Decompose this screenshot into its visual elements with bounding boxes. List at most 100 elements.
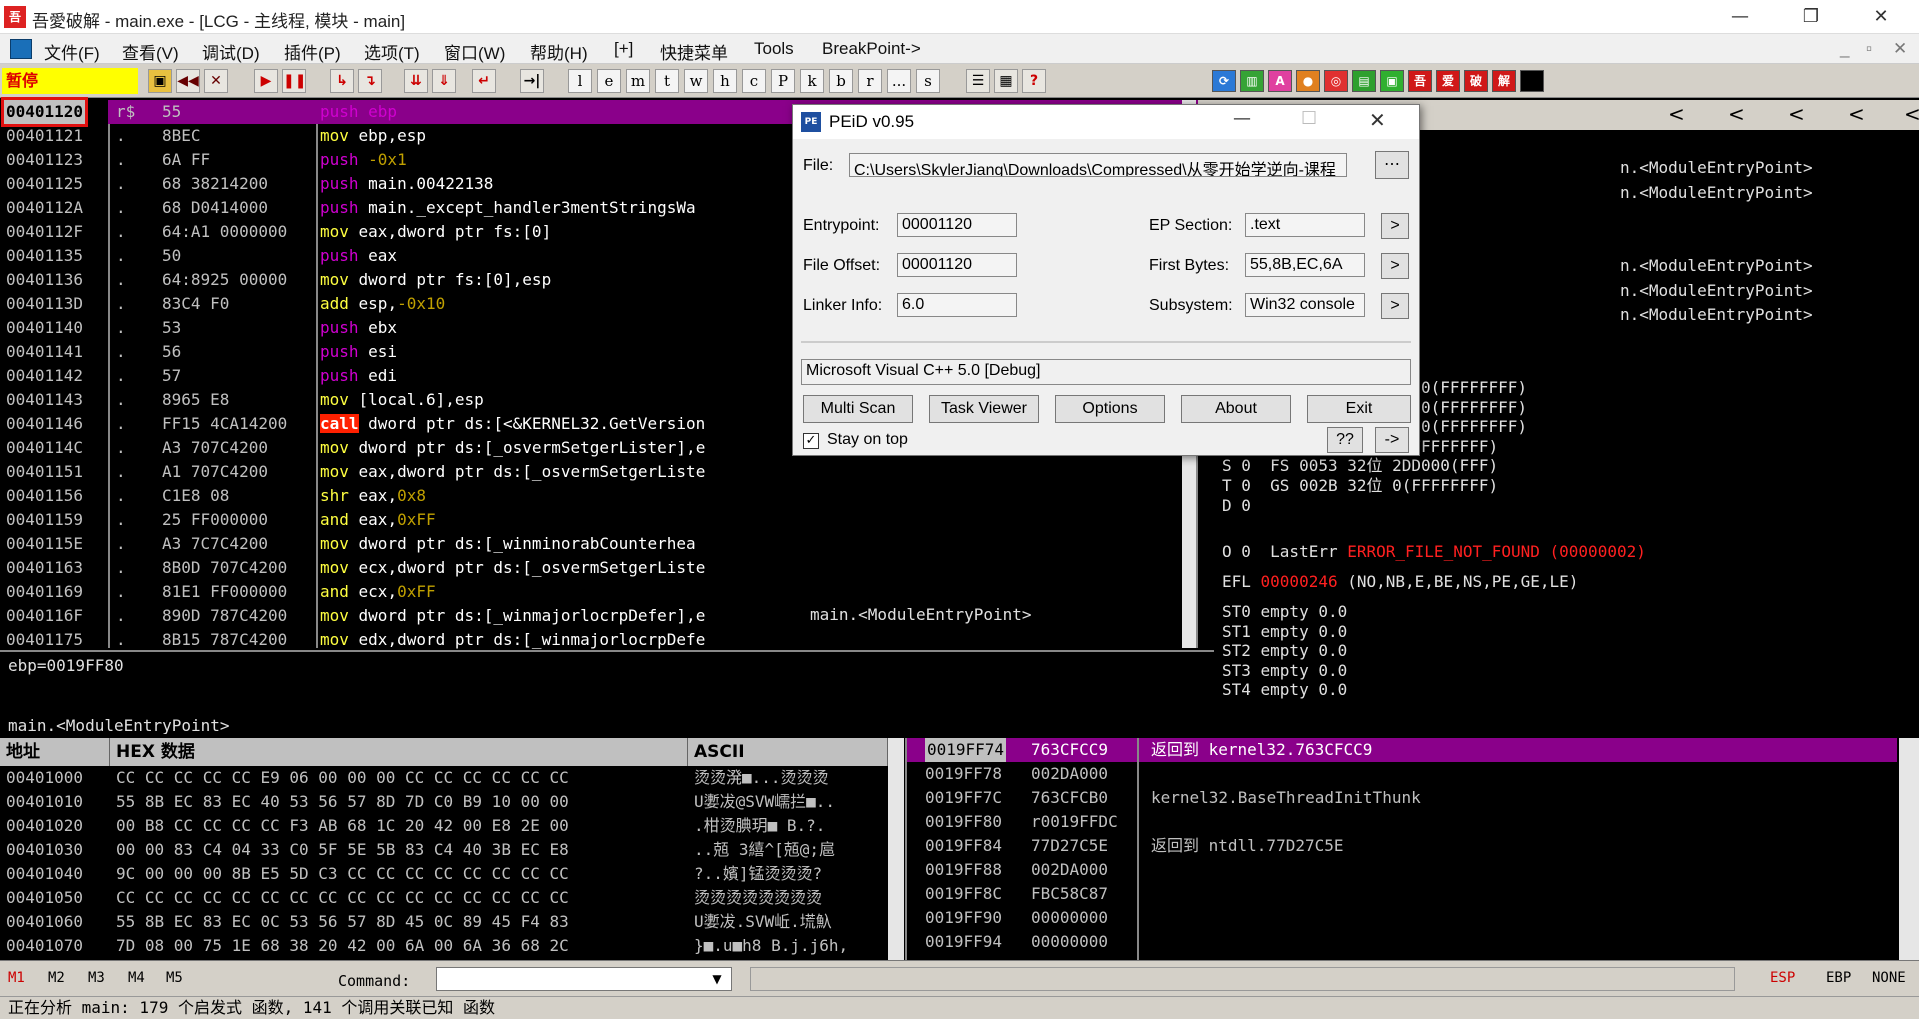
command-input[interactable]: [436, 967, 732, 991]
jie-button[interactable]: 解: [1492, 70, 1516, 92]
menu-options[interactable]: 选项(T): [364, 39, 420, 64]
refresh-icon[interactable]: ⟳: [1212, 70, 1236, 92]
mdi-child-icon[interactable]: [10, 39, 32, 59]
dump-row[interactable]: 00401050 CC CC CC CC CC CC CC CC CC CC CC…: [0, 886, 888, 910]
record-icon[interactable]: ●: [1296, 70, 1320, 92]
dump-row[interactable]: 00401020 00 B8 CC CC CC CC F3 AB 68 1C 20…: [0, 814, 888, 838]
cpu-button[interactable]: c: [742, 69, 766, 93]
chevron-down-icon[interactable]: ▼: [706, 969, 728, 989]
mark-m2[interactable]: M2: [48, 970, 65, 986]
entrypoint-field[interactable]: 00001120: [897, 213, 1017, 237]
menu-tools[interactable]: Tools: [754, 39, 794, 59]
mark-m5[interactable]: M5: [166, 970, 183, 986]
minimize-button[interactable]: —: [1717, 4, 1763, 30]
threads-button[interactable]: t: [655, 69, 679, 93]
dump-row[interactable]: 00401060 55 8B EC 83 EC 0C 53 56 57 8D 45…: [0, 910, 888, 934]
disasm-row[interactable]: 00401163. 8B0D 707C4200 mov ecx,dword ptr …: [0, 556, 1198, 580]
pause-icon[interactable]: ❚❚: [282, 69, 306, 93]
mark-m3[interactable]: M3: [88, 970, 105, 986]
stack-row[interactable]: 0019FF74 763CFCC9 返回到 kernel32.763CFCC9: [907, 738, 1897, 762]
memory-dump-pane[interactable]: 地址 HEX 数据 ASCII 00401000 CC CC CC CC CC E…: [0, 738, 905, 960]
exit-button[interactable]: Exit: [1307, 395, 1411, 423]
trace-over-icon[interactable]: ⇓: [432, 69, 456, 93]
dump-row[interactable]: 00401030 00 00 83 C4 04 33 C0 5F 5E 5B 83…: [0, 838, 888, 862]
goto-icon[interactable]: →|: [520, 69, 544, 93]
first-bytes-field[interactable]: 55,8B,EC,6A: [1245, 253, 1365, 277]
windows-button[interactable]: w: [684, 69, 708, 93]
disasm-row[interactable]: 00401156. C1E8 08 shr eax,0x8: [0, 484, 1198, 508]
references-button[interactable]: r: [858, 69, 882, 93]
browse-button[interactable]: ⋯: [1375, 151, 1409, 179]
nav-back-icon[interactable]: <: [1788, 102, 1805, 126]
dump-col-ascii[interactable]: ASCII: [688, 738, 888, 766]
nav-back-icon[interactable]: <: [1848, 102, 1865, 126]
mdi-close-button[interactable]: ✕: [1893, 39, 1907, 59]
about-button[interactable]: About: [1181, 395, 1291, 423]
stack-row[interactable]: 0019FF90 00000000: [907, 906, 1897, 930]
options-button[interactable]: Options: [1055, 395, 1165, 423]
disasm-row[interactable]: 00401169. 81E1 FF000000 and ecx,0xFF: [0, 580, 1198, 604]
subsystem-field[interactable]: Win32 console: [1245, 293, 1365, 317]
stack-row[interactable]: 0019FF88 002DA000: [907, 858, 1897, 882]
disasm-row[interactable]: 0040115E. A3 7C7C4200 mov dword ptr ds:[_w…: [0, 532, 1198, 556]
reg-ebp-button[interactable]: EBP: [1826, 970, 1851, 986]
ep-section-field[interactable]: .text: [1245, 213, 1365, 237]
multi-scan-button[interactable]: Multi Scan: [803, 395, 913, 423]
step-into-icon[interactable]: ↳: [330, 69, 354, 93]
menu-shortcuts[interactable]: 快捷菜单: [660, 39, 728, 64]
font-icon[interactable]: A: [1268, 70, 1292, 92]
mark-m1[interactable]: M1: [8, 970, 25, 986]
mark-m4[interactable]: M4: [128, 970, 145, 986]
dump-row[interactable]: 00401040 9C 00 00 00 8B E5 5D C3 CC CC CC…: [0, 862, 888, 886]
menu-plugins[interactable]: 插件(P): [284, 39, 341, 64]
stack-pane[interactable]: 0019FF74 763CFCC9 返回到 kernel32.763CFCC9 001…: [905, 738, 1919, 960]
linker-info-field[interactable]: 6.0: [897, 293, 1017, 317]
menu-window[interactable]: 窗口(W): [444, 39, 505, 64]
dump-row[interactable]: 00401010 55 8B EC 83 EC 40 53 56 57 8D 7D…: [0, 790, 888, 814]
file-offset-field[interactable]: 00001120: [897, 253, 1017, 277]
disasm-row[interactable]: 00401175. 8B15 787C4200 mov edx,dword ptr …: [0, 628, 1198, 652]
console-icon[interactable]: [1520, 70, 1544, 92]
ep-section-button[interactable]: >: [1381, 213, 1409, 239]
peid-close-button[interactable]: ✕: [1369, 108, 1386, 132]
execute-till-return-icon[interactable]: ↵: [472, 69, 496, 93]
extra-button[interactable]: ->: [1375, 427, 1409, 453]
target-icon[interactable]: ◎: [1324, 70, 1348, 92]
rewind-icon[interactable]: ◀◀: [176, 69, 200, 93]
log-window-button[interactable]: l: [568, 69, 592, 93]
stack-row[interactable]: 0019FF94 00000000: [907, 930, 1897, 954]
dump-scrollbar[interactable]: [888, 738, 904, 960]
stack-row[interactable]: 0019FF8C FBC58C87: [907, 882, 1897, 906]
call-stack-button[interactable]: k: [800, 69, 824, 93]
nav-back-icon[interactable]: <: [1668, 102, 1685, 126]
trace-into-icon[interactable]: ⇊: [404, 69, 428, 93]
menu-breakpoint[interactable]: BreakPoint->: [822, 39, 921, 59]
list-icon[interactable]: ☰: [966, 69, 990, 93]
open-icon[interactable]: ▣: [148, 69, 172, 93]
help-icon[interactable]: ?: [1022, 69, 1046, 93]
menu-debug[interactable]: 调试(D): [202, 39, 260, 64]
first-bytes-button[interactable]: >: [1381, 253, 1409, 279]
stack-row[interactable]: 0019FF84 77D27C5E 返回到 ntdll.77D27C5E: [907, 834, 1897, 858]
peid-maximize-button[interactable]: ☐: [1301, 108, 1317, 129]
stay-on-top-checkbox[interactable]: ✓: [803, 433, 819, 449]
disasm-row[interactable]: 00401151. A1 707C4200 mov eax,dword ptr ds…: [0, 460, 1198, 484]
stack-row[interactable]: 0019FF7C 763CFCB0 kernel32.BaseThreadInitT…: [907, 786, 1897, 810]
file-path-field[interactable]: C:\Users\SkylerJiang\Downloads\Compresse…: [849, 153, 1347, 177]
close-button[interactable]: ✕: [1858, 4, 1904, 30]
mdi-restore-button[interactable]: ▫: [1866, 39, 1872, 59]
stack-row[interactable]: 0019FF78 002DA000: [907, 762, 1897, 786]
menu-file[interactable]: 文件(F): [44, 39, 100, 64]
menu-help[interactable]: 帮助(H): [530, 39, 588, 64]
notepad-icon[interactable]: ▣: [1380, 70, 1404, 92]
subsystem-button[interactable]: >: [1381, 293, 1409, 319]
ai-button[interactable]: 爱: [1436, 70, 1460, 92]
nav-back-icon[interactable]: <: [1728, 102, 1745, 126]
patches-button[interactable]: P: [771, 69, 795, 93]
stack-row[interactable]: 0019FF80 r0019FFDC: [907, 810, 1897, 834]
restore-button[interactable]: ❐: [1788, 4, 1834, 30]
task-viewer-button[interactable]: Task Viewer: [929, 395, 1039, 423]
handles-button[interactable]: h: [713, 69, 737, 93]
run-icon[interactable]: ▶: [254, 69, 278, 93]
menu-plus[interactable]: [+]: [614, 39, 633, 59]
